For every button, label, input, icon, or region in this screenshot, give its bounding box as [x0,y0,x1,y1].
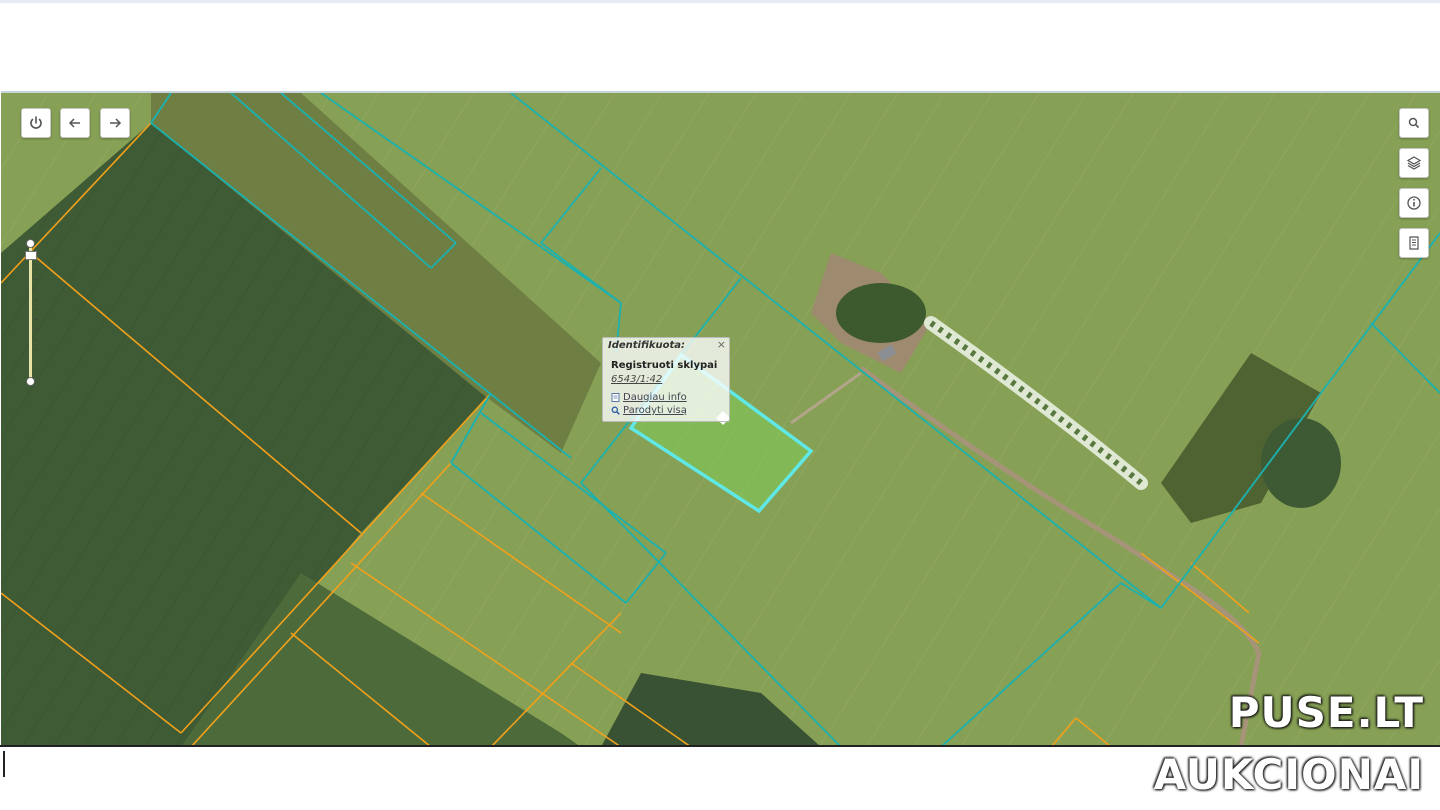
popup-layer-name: Registruoti sklypai [611,360,718,371]
zoom-notch [34,339,37,340]
zoom-notch [34,309,37,310]
arrow-left-icon [68,118,80,128]
forward-button[interactable] [100,108,130,138]
zoom-handle[interactable] [25,251,37,260]
power-button[interactable] [21,108,51,138]
document-icon [1409,236,1419,250]
layers-icon [1406,156,1422,170]
arrow-right-icon [110,118,122,128]
document-small-icon [611,393,620,402]
top-header-bar [0,0,1440,91]
back-button[interactable] [60,108,90,138]
power-icon [30,116,42,129]
info-icon [1407,196,1421,210]
popup-title: Identifikuota: [608,340,686,351]
zoom-notch [34,319,37,320]
search-button[interactable] [1399,108,1429,138]
zoom-notch [34,279,37,280]
tree-cluster [836,283,926,343]
magnifier-small-icon [611,406,620,415]
watermark-puse: PUSE.LT [1228,688,1424,737]
bottom-bar-marker [3,751,5,777]
zoom-in-end[interactable] [26,239,35,248]
zoom-slider[interactable] [25,239,37,386]
more-info-link[interactable]: Daugiau info [611,392,687,403]
zoom-notch [34,329,37,330]
zoom-track [29,245,32,379]
watermark-aukcionai: AUKCIONAI [1153,750,1424,799]
zoom-notch [34,299,37,300]
identify-popup: Identifikuota: × Registruoti sklypai 654… [602,337,730,422]
show-all-link[interactable]: Parodyti visą [611,405,687,416]
info-button[interactable] [1399,188,1429,218]
search-icon [1408,117,1420,129]
zoom-notch [34,289,37,290]
zoom-notch [34,269,37,270]
zoom-out-end[interactable] [26,377,35,386]
legend-button[interactable] [1399,228,1429,258]
more-info-label: Daugiau info [623,392,687,403]
show-all-label: Parodyti visą [623,405,687,416]
zoom-notch [34,349,37,350]
popup-close-icon[interactable]: × [717,338,726,351]
layers-button[interactable] [1399,148,1429,178]
parcel-id-link[interactable]: 6543/1:42 [611,374,662,385]
